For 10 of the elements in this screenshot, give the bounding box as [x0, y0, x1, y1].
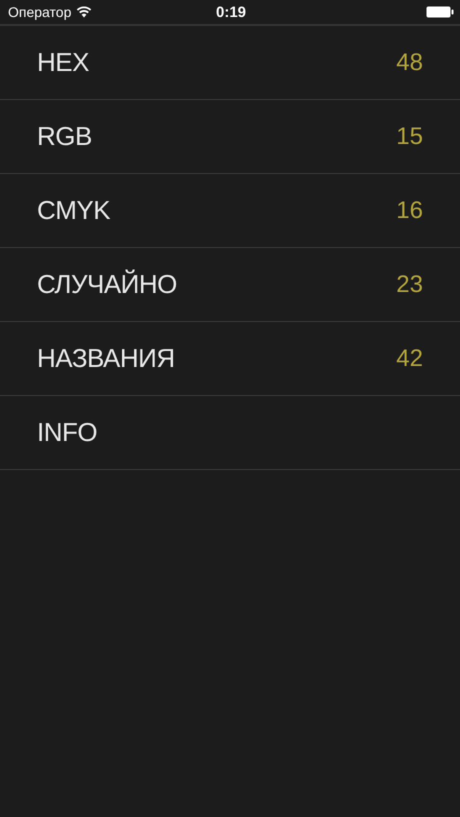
menu-item[interactable]: CMYK 16	[0, 174, 460, 248]
carrier-name: Оператор	[8, 4, 72, 20]
menu-item[interactable]: СЛУЧАЙНО 23	[0, 248, 460, 322]
status-time: 0:19	[216, 4, 246, 20]
menu-item[interactable]: HEX 48	[0, 26, 460, 100]
menu-item[interactable]: INFO	[0, 396, 460, 470]
menu-item[interactable]: RGB 15	[0, 100, 460, 174]
wifi-icon	[76, 6, 92, 18]
menu-item[interactable]: НАЗВАНИЯ 42	[0, 322, 460, 396]
battery-icon	[426, 6, 454, 18]
